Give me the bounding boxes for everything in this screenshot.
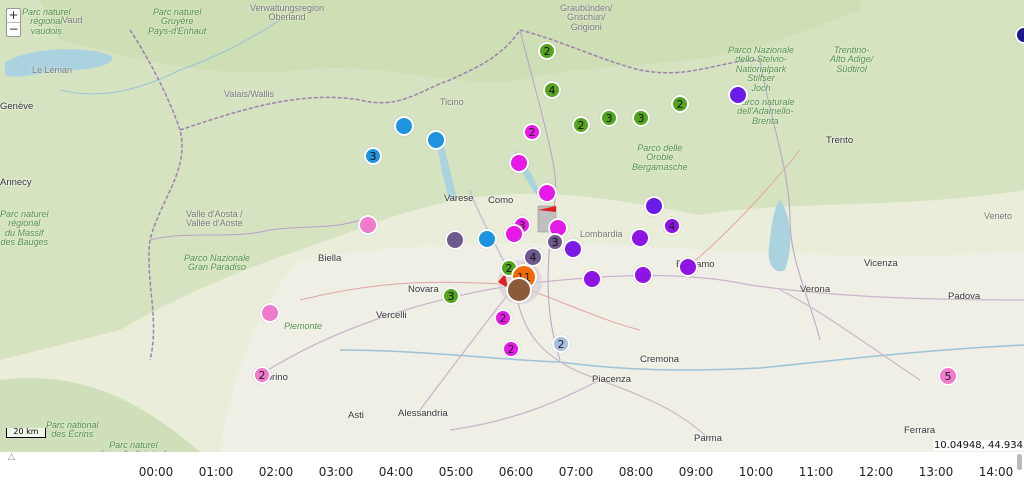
timeline-tick-label: 01:00 — [198, 465, 234, 479]
place-label: Lombardia — [580, 229, 623, 239]
place-label: Piacenza — [592, 374, 632, 385]
timeline-tick-label: 14:00 — [978, 465, 1014, 479]
event-marker[interactable] — [630, 228, 650, 248]
timeline-tick-label: 11:00 — [798, 465, 834, 479]
place-label: Trento — [826, 135, 854, 146]
place-label: Valais/Wallis — [224, 89, 275, 99]
timeline-tick-label: 04:00 — [378, 465, 414, 479]
place-label: Le Léman — [32, 65, 73, 75]
place-label: Parc naturel Gruyère Pays-d'Enhaut — [148, 7, 207, 36]
timeline-scrollbar[interactable] — [1017, 454, 1022, 470]
collapse-timeline-icon[interactable]: △ — [8, 452, 15, 462]
event-marker[interactable] — [678, 257, 698, 277]
place-label: Genève — [0, 101, 34, 112]
place-label: Parco Nazionale Gran Paradiso — [184, 253, 251, 273]
place-label: Novara — [408, 284, 439, 295]
event-marker[interactable] — [477, 229, 497, 249]
place-label: Padova — [948, 291, 981, 302]
timeline-tick-label: 10:00 — [738, 465, 774, 479]
place-label: Parc naturel régional du Massif des Bauges — [0, 209, 49, 248]
place-label: Trentino- Alto Adige/Südtirol — [830, 45, 874, 74]
event-marker[interactable] — [728, 85, 748, 105]
place-label: Alessandria — [398, 408, 448, 419]
place-label: Valle d'Aosta / Vallée d'Aoste — [186, 209, 243, 229]
place-label: Parc naturel(aire d'adhésion) — [100, 440, 167, 452]
place-label: Ferrara — [904, 425, 936, 436]
place-label: Como — [488, 195, 514, 206]
cluster-marker[interactable]: 2 — [502, 340, 520, 358]
place-label: Vicenza — [864, 258, 898, 269]
zoom-control: + − — [6, 8, 21, 37]
scale-bar: 20 km — [6, 428, 46, 438]
cluster-marker[interactable]: 2 — [494, 309, 512, 327]
cluster-marker[interactable]: 3 — [632, 109, 650, 127]
place-label: Parma — [694, 433, 722, 444]
place-label: Biella — [318, 253, 342, 264]
place-label: Vaud — [62, 15, 83, 25]
cluster-marker[interactable]: 3 — [442, 287, 460, 305]
cluster-marker[interactable]: 4 — [543, 81, 561, 99]
map-view[interactable]: Parc naturel régional vaudois Vaud Parc natu… — [0, 0, 1024, 452]
place-label: Vercelli — [376, 310, 407, 321]
event-marker[interactable] — [394, 116, 414, 136]
timeline-tick-label: 02:00 — [258, 465, 294, 479]
event-marker[interactable] — [644, 196, 664, 216]
place-label: Ticino — [440, 97, 464, 107]
cluster-marker[interactable]: 2 — [552, 335, 570, 353]
place-label: Graubünden/Grischun/Grigioni — [560, 3, 613, 32]
timeline-tick-label: 09:00 — [678, 465, 714, 479]
place-label: Parc national des Écrins — [46, 420, 99, 440]
place-label: Varese — [444, 193, 474, 204]
timeline-tick-label: 07:00 — [558, 465, 594, 479]
place-label: Asti — [348, 410, 364, 421]
place-label: Veneto — [984, 211, 1013, 221]
event-marker[interactable] — [633, 265, 653, 285]
timeline-tick-label: 03:00 — [318, 465, 354, 479]
place-label: Verona — [800, 284, 831, 295]
cluster-marker[interactable]: 4 — [663, 217, 681, 235]
event-marker[interactable] — [506, 277, 532, 303]
place-label: Cremona — [640, 354, 680, 365]
event-marker[interactable] — [260, 303, 280, 323]
cluster-marker[interactable]: 2 — [253, 366, 271, 384]
timeline-tick-label: 06:00 — [498, 465, 534, 479]
event-marker[interactable] — [582, 269, 602, 289]
cluster-marker[interactable]: 5 — [938, 366, 958, 386]
cluster-marker[interactable]: 3 — [600, 109, 618, 127]
event-marker[interactable] — [358, 215, 378, 235]
cursor-coordinates: 10.04948, 44.934 — [932, 440, 1024, 451]
event-marker[interactable] — [504, 224, 524, 244]
place-label: Parco delle Orobie Bergamasche — [632, 143, 688, 172]
timeline-tick-label: 12:00 — [858, 465, 894, 479]
cluster-marker[interactable]: 2 — [572, 116, 590, 134]
place-label: Annecy — [0, 177, 32, 188]
cluster-marker[interactable]: 3 — [546, 233, 564, 251]
event-marker[interactable] — [509, 153, 529, 173]
timeline-tick-label: 00:00 — [138, 465, 174, 479]
timeline[interactable]: △ 00:00 01:00 02:00 03:00 04:00 05:00 06:00 07:… — [0, 452, 1024, 482]
zoom-in-button[interactable]: + — [7, 9, 20, 22]
timeline-tick-label: 05:00 — [438, 465, 474, 479]
cluster-marker[interactable]: 3 — [364, 147, 382, 165]
event-marker[interactable] — [426, 130, 446, 150]
cluster-marker[interactable]: 2 — [671, 95, 689, 113]
cluster-marker[interactable]: 2 — [523, 123, 541, 141]
event-marker[interactable] — [537, 183, 557, 203]
zoom-out-button[interactable]: − — [7, 22, 20, 36]
event-marker[interactable] — [563, 239, 583, 259]
place-label: Piemonte — [284, 321, 323, 331]
event-marker[interactable] — [445, 230, 465, 250]
cluster-marker[interactable]: 2 — [538, 42, 556, 60]
timeline-tick-label: 13:00 — [918, 465, 954, 479]
place-label: Verwaltungsregion Oberland — [250, 3, 325, 23]
timeline-tick-label: 08:00 — [618, 465, 654, 479]
